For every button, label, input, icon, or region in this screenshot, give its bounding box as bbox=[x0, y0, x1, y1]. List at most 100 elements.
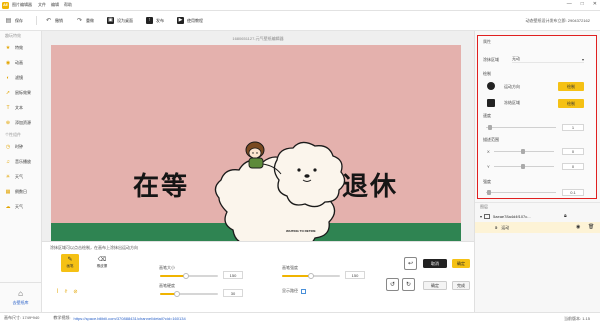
y-slider[interactable] bbox=[494, 164, 554, 169]
menu-file[interactable]: 文件 bbox=[38, 2, 46, 8]
sidebar-item-filter[interactable]: ◐ 滤镜 bbox=[0, 70, 41, 85]
maximize-icon[interactable]: □ bbox=[581, 1, 584, 7]
done-button[interactable]: 完成 bbox=[452, 281, 470, 290]
confirm-button[interactable]: 确定 bbox=[423, 281, 447, 290]
lock-icon[interactable]: 🔒︎ bbox=[564, 213, 567, 219]
redo-icon: ↷ bbox=[76, 17, 83, 24]
sidebar-section-effects: 趣玩特效 bbox=[5, 32, 21, 38]
x-slider-knob[interactable] bbox=[521, 149, 525, 154]
save-button[interactable]: ▤ 保存 bbox=[5, 17, 23, 24]
properties-panel: 属性 涂抹区域 无动 ▾ 绘制 运动方向 绘制 冻结区域 绘制 速度 1 描述范… bbox=[477, 35, 597, 199]
speed-slider[interactable] bbox=[486, 125, 556, 130]
undo-button[interactable]: ↶ 撤销 bbox=[45, 17, 63, 24]
expand-icon[interactable]: ▾ bbox=[480, 214, 482, 219]
plus-icon: ⊕ bbox=[5, 119, 11, 126]
y-slider-knob[interactable] bbox=[521, 164, 525, 169]
speed-input[interactable]: 1 bbox=[562, 124, 584, 131]
menu-edit[interactable]: 编辑 bbox=[51, 2, 59, 8]
motion-icon: ◉ bbox=[5, 59, 11, 66]
sidebar-item-effects[interactable]: ★ 特效 bbox=[0, 40, 41, 55]
sidebar-item-mouse-effect[interactable]: ➚ 鼠标效果 bbox=[0, 85, 41, 100]
draw-freeze-button[interactable]: 绘制 bbox=[558, 99, 584, 108]
tutorial-video-link[interactable]: https://space.bilibili.com/370888431/cha… bbox=[73, 316, 185, 321]
brush-size-slider[interactable] bbox=[160, 273, 218, 279]
ok-button[interactable]: 确定 bbox=[452, 259, 470, 268]
undo-icon: ↶ bbox=[45, 17, 52, 24]
eraser-tool-label: 橡皮擦 bbox=[96, 264, 108, 268]
close-icon[interactable]: ✕ bbox=[593, 1, 597, 7]
weather-icon: ☀ bbox=[5, 173, 11, 180]
rotate-right-icon: ↻ bbox=[405, 282, 412, 288]
sidebar-item-weather[interactable]: ☀ 天气 bbox=[0, 169, 41, 184]
reset-icon[interactable]: ⊘ bbox=[73, 289, 77, 295]
show-path-option[interactable]: 显示路径 bbox=[282, 288, 306, 294]
sidebar-section-widgets: 个性组件 bbox=[5, 131, 21, 137]
tutorial-button[interactable]: ▶ 使用教程 bbox=[177, 17, 203, 24]
previous-frame-button[interactable]: ↩ bbox=[404, 257, 417, 270]
sidebar-item-weather-2[interactable]: ☁ 天气 bbox=[0, 199, 41, 214]
back-icon: ↩ bbox=[407, 261, 414, 267]
delete-icon[interactable]: 🗑︎ bbox=[588, 224, 594, 230]
sidebar-item-music[interactable]: ♫ 音乐播放 bbox=[0, 154, 41, 169]
sidebar-item-countdown[interactable]: ▦ 倒数日 bbox=[0, 184, 41, 199]
strength-slider-knob[interactable] bbox=[487, 190, 491, 195]
brush-hardness-slider[interactable] bbox=[160, 291, 218, 297]
strength-input[interactable]: 0.1 bbox=[562, 189, 584, 196]
publish-button[interactable]: ↑ 发布 bbox=[146, 17, 164, 24]
set-wallpaper-label: 设为桌面 bbox=[117, 17, 133, 23]
brush-opacity-input[interactable]: 150 bbox=[345, 271, 365, 279]
right-panel: 属性 涂抹区域 无动 ▾ 绘制 运动方向 绘制 冻结区域 绘制 速度 1 描述范… bbox=[474, 31, 600, 312]
y-input[interactable]: 0 bbox=[562, 163, 584, 170]
canvas-scene[interactable]: 在等 退休 WAITING TO RETIRE bbox=[51, 45, 461, 241]
poster-caption: WAITING TO RETIRE bbox=[286, 229, 316, 233]
brush-opacity-slider[interactable] bbox=[282, 273, 340, 279]
sidebar-item-add-resource[interactable]: ⊕ 添加资源 bbox=[0, 115, 41, 130]
mode-select[interactable]: 无动 ▾ bbox=[512, 56, 584, 63]
speed-slider-knob[interactable] bbox=[488, 125, 492, 130]
rotate-right-button[interactable]: ↻ bbox=[402, 278, 415, 291]
mode-value: 无动 bbox=[512, 56, 520, 61]
strength-slider[interactable] bbox=[486, 190, 556, 195]
layers-title: 图层 bbox=[475, 202, 600, 211]
menu-help[interactable]: 帮助 bbox=[64, 2, 72, 8]
mirror-vertical-icon[interactable]: ⫩ bbox=[64, 289, 67, 295]
x-slider[interactable] bbox=[494, 149, 554, 154]
brush-tool-button[interactable]: ✎ 画笔 bbox=[61, 254, 79, 272]
properties-title: 属性 bbox=[483, 39, 491, 44]
brush-opacity-label: 画笔强度 bbox=[282, 265, 298, 270]
brush-hardness-input[interactable]: 30 bbox=[223, 289, 243, 297]
draw-label: 绘制 bbox=[483, 71, 491, 76]
rotate-left-icon: ↺ bbox=[389, 282, 396, 288]
cancel-button[interactable]: 取消 bbox=[423, 259, 447, 268]
eraser-tool-button[interactable]: ⌫ 橡皮擦 bbox=[93, 254, 111, 272]
x-input[interactable]: 0 bbox=[562, 148, 584, 155]
music-icon: ♫ bbox=[6, 158, 10, 165]
show-path-checkbox[interactable] bbox=[301, 288, 306, 294]
library-icon: ⌂ bbox=[18, 289, 23, 298]
layer-row[interactable]: ▾ 5aeae78a4d4f107c... 🔒︎ bbox=[475, 211, 600, 222]
speed-label: 速度 bbox=[483, 113, 491, 118]
app-logo: AE bbox=[2, 1, 9, 9]
motion-layer-icon: ✋︎ bbox=[495, 225, 498, 230]
rotate-left-button[interactable]: ↺ bbox=[386, 278, 399, 291]
poster-text-left: 在等 bbox=[133, 172, 190, 202]
brush-size-knob[interactable] bbox=[183, 273, 190, 279]
redo-button[interactable]: ↷ 重做 bbox=[76, 17, 94, 24]
wallpaper-library-button[interactable]: ⌂ 去壁纸库 bbox=[0, 282, 41, 312]
minimize-icon[interactable]: — bbox=[567, 1, 572, 7]
brush-hardness-knob[interactable] bbox=[174, 291, 181, 297]
set-wallpaper-button[interactable]: ▣ 设为桌面 bbox=[107, 17, 133, 24]
sidebar-item-animation[interactable]: ◉ 动画 bbox=[0, 55, 41, 70]
mirror-icon[interactable]: ꟾ bbox=[57, 289, 58, 295]
calendar-icon: ▦ bbox=[5, 188, 11, 195]
sidebar-item-label: 动画 bbox=[15, 59, 23, 65]
x-label: X bbox=[487, 149, 490, 154]
sidebar-item-text[interactable]: T 文本 bbox=[0, 100, 41, 115]
brush-size-input[interactable]: 150 bbox=[223, 271, 243, 279]
brush-opacity-knob[interactable] bbox=[308, 273, 314, 279]
layer-row-selected[interactable]: ✋︎ 运动 ◉ 🗑︎ bbox=[475, 222, 600, 233]
app-name: 图片编辑器 bbox=[12, 2, 32, 7]
sidebar-item-clock[interactable]: ◷ 时钟 bbox=[0, 139, 41, 154]
draw-direction-button[interactable]: 绘制 bbox=[558, 82, 584, 91]
eye-icon[interactable]: ◉ bbox=[576, 224, 580, 230]
